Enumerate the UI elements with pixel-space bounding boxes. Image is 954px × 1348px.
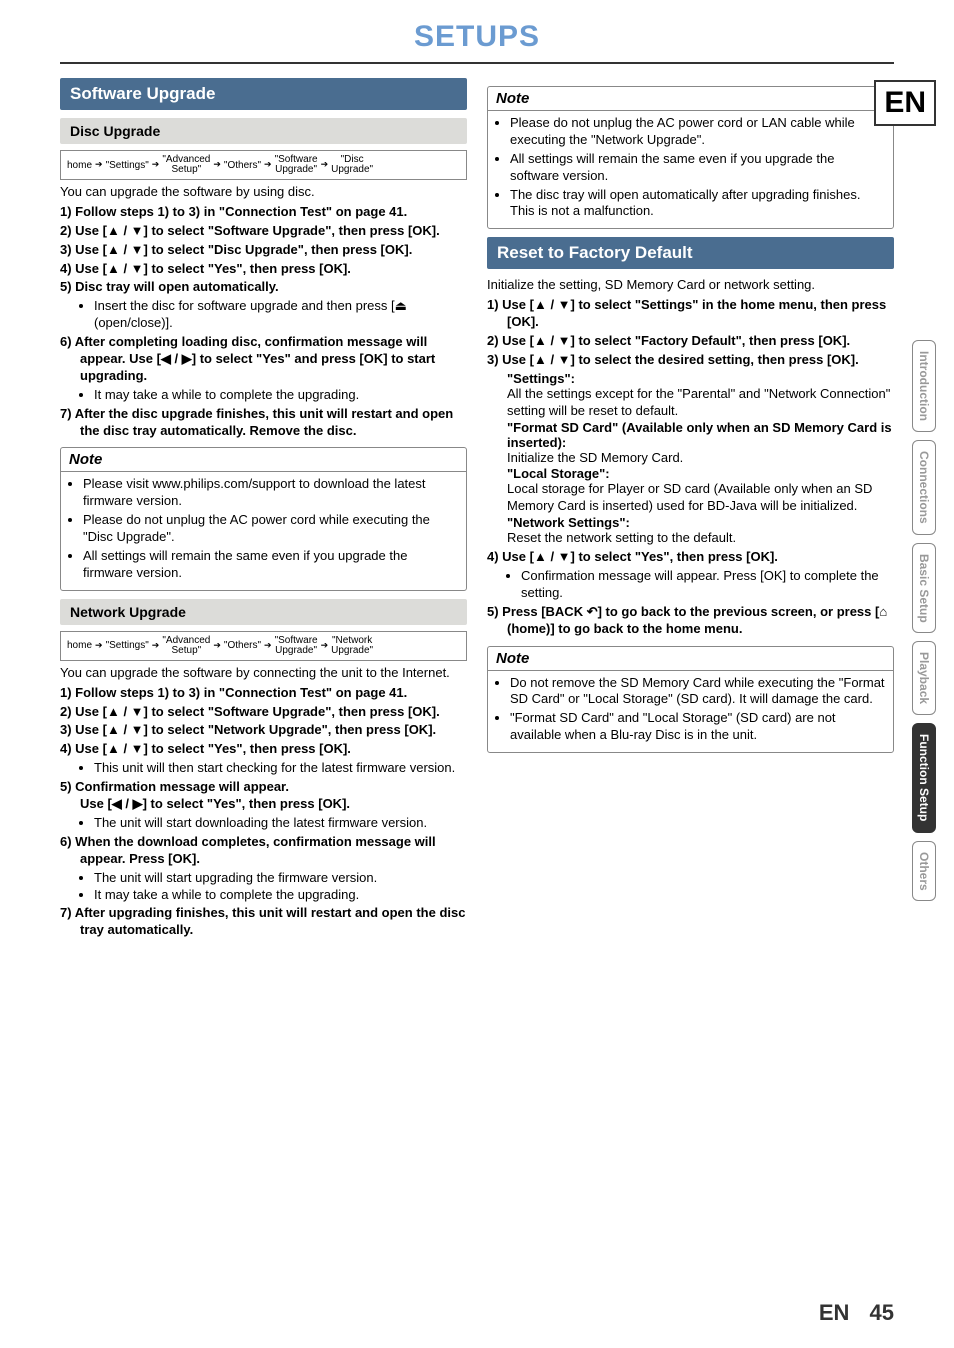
settings-label: "Settings":	[507, 371, 894, 386]
tab-others[interactable]: Others	[912, 841, 936, 902]
tab-function-setup[interactable]: Function Setup	[912, 723, 936, 832]
tab-connections[interactable]: Connections	[912, 440, 936, 535]
footer-lang: EN	[819, 1300, 850, 1325]
arrow-icon: ➔	[212, 160, 222, 170]
arrow-icon: ➔	[320, 160, 330, 170]
reset-intro: Initialize the setting, SD Memory Card o…	[487, 277, 894, 294]
note-item: Do not remove the SD Memory Card while e…	[510, 675, 885, 709]
format-sd-desc: Initialize the SD Memory Card.	[507, 450, 894, 467]
page-title: SETUPS	[60, 20, 894, 54]
step: 4) Use [▲ / ▼] to select "Yes", then pre…	[60, 741, 467, 758]
disc-upgrade-header: Disc Upgrade	[60, 118, 467, 144]
step: 6) When the download completes, confirma…	[60, 834, 467, 868]
crumb-home: home	[67, 160, 92, 171]
local-storage-label: "Local Storage":	[507, 466, 894, 481]
note-title: Note	[488, 87, 893, 111]
right-column: Note Please do not unplug the AC power c…	[487, 78, 894, 941]
crumb-adv2: Setup"	[172, 165, 202, 175]
step: 2) Use [▲ / ▼] to select "Factory Defaul…	[487, 333, 894, 350]
local-storage-desc: Local storage for Player or SD card (Ava…	[507, 481, 894, 515]
substep: Confirmation message will appear. Press …	[521, 568, 894, 602]
crumb: Upgrade"	[275, 646, 317, 656]
note-item: All settings will remain the same even i…	[510, 151, 885, 185]
step: 7) After upgrading finishes, this unit w…	[60, 905, 467, 939]
step: 5) Disc tray will open automatically.	[60, 279, 467, 296]
side-tabs: Introduction Connections Basic Setup Pla…	[912, 340, 936, 901]
substep: It may take a while to complete the upgr…	[94, 887, 467, 904]
arrow-icon: ➔	[151, 641, 161, 651]
disc-note-box: Note Please visit www.philips.com/suppor…	[60, 447, 467, 590]
divider	[60, 62, 894, 64]
tab-basic-setup[interactable]: Basic Setup	[912, 543, 936, 634]
arrow-icon: ➔	[94, 160, 104, 170]
footer-page-number: 45	[870, 1300, 894, 1325]
net-intro: You can upgrade the software by connecti…	[60, 665, 467, 682]
crumb-settings: "Settings"	[106, 640, 149, 651]
step: 3) Use [▲ / ▼] to select "Network Upgrad…	[60, 722, 467, 739]
step: 1) Follow steps 1) to 3) in "Connection …	[60, 204, 467, 221]
crumb-home: home	[67, 640, 92, 651]
tab-playback[interactable]: Playback	[912, 641, 936, 715]
step: 2) Use [▲ / ▼] to select "Software Upgra…	[60, 223, 467, 240]
step: 5) Confirmation message will appear.Use …	[60, 779, 467, 813]
step: 1) Use [▲ / ▼] to select "Settings" in t…	[487, 297, 894, 331]
arrow-icon: ➔	[320, 641, 330, 651]
crumb-settings: "Settings"	[106, 160, 149, 171]
substep: Insert the disc for software upgrade and…	[94, 298, 467, 332]
note-item: The disc tray will open automatically af…	[510, 187, 885, 221]
left-column: Software Upgrade Disc Upgrade home ➔ "Se…	[60, 78, 467, 941]
reset-header: Reset to Factory Default	[487, 237, 894, 269]
step: 2) Use [▲ / ▼] to select "Software Upgra…	[60, 704, 467, 721]
disc-intro: You can upgrade the software by using di…	[60, 184, 467, 201]
format-sd-label: "Format SD Card" (Available only when an…	[507, 420, 894, 450]
note-title: Note	[61, 448, 466, 472]
crumb-others: "Others"	[224, 640, 261, 651]
settings-desc: All the settings except for the "Parenta…	[507, 386, 894, 420]
crumb: Setup"	[172, 646, 202, 656]
net-breadcrumb: home ➔ "Settings" ➔ "AdvancedSetup" ➔ "O…	[60, 631, 467, 661]
note-item: Please do not unplug the AC power cord o…	[510, 115, 885, 149]
crumb: Upgrade"	[331, 646, 373, 656]
note-item: "Format SD Card" and "Local Storage" (SD…	[510, 710, 885, 744]
page-footer: EN 45	[819, 1300, 894, 1326]
crumb-disc2: Upgrade"	[331, 165, 373, 175]
step: 7) After the disc upgrade finishes, this…	[60, 406, 467, 440]
note-item: Please do not unplug the AC power cord w…	[83, 512, 458, 546]
crumb-others: "Others"	[224, 160, 261, 171]
network-settings-desc: Reset the network setting to the default…	[507, 530, 894, 547]
substep: The unit will start upgrading the firmwa…	[94, 870, 467, 887]
substep: It may take a while to complete the upgr…	[94, 387, 467, 404]
step: 4) Use [▲ / ▼] to select "Yes", then pre…	[487, 549, 894, 566]
network-settings-label: "Network Settings":	[507, 515, 894, 530]
network-upgrade-header: Network Upgrade	[60, 599, 467, 625]
substep: The unit will start downloading the late…	[94, 815, 467, 832]
substep: This unit will then start checking for t…	[94, 760, 467, 777]
step: 5) Press [BACK ↶] to go back to the prev…	[487, 604, 894, 638]
note-title: Note	[488, 647, 893, 671]
step: 4) Use [▲ / ▼] to select "Yes", then pre…	[60, 261, 467, 278]
step: 6) After completing loading disc, confir…	[60, 334, 467, 385]
language-badge: EN	[874, 80, 936, 126]
crumb-sw2: Upgrade"	[275, 165, 317, 175]
reset-note-box: Note Do not remove the SD Memory Card wh…	[487, 646, 894, 754]
tab-introduction[interactable]: Introduction	[912, 340, 936, 432]
arrow-icon: ➔	[212, 641, 222, 651]
software-upgrade-header: Software Upgrade	[60, 78, 467, 110]
arrow-icon: ➔	[263, 641, 273, 651]
disc-breadcrumb: home ➔ "Settings" ➔ "AdvancedSetup" ➔ "O…	[60, 150, 467, 180]
step: 1) Follow steps 1) to 3) in "Connection …	[60, 685, 467, 702]
note-item: All settings will remain the same even i…	[83, 548, 458, 582]
note-item: Please visit www.philips.com/support to …	[83, 476, 458, 510]
step: 3) Use [▲ / ▼] to select the desired set…	[487, 352, 894, 369]
arrow-icon: ➔	[151, 160, 161, 170]
step: 3) Use [▲ / ▼] to select "Disc Upgrade",…	[60, 242, 467, 259]
network-note-box: Note Please do not unplug the AC power c…	[487, 86, 894, 229]
arrow-icon: ➔	[263, 160, 273, 170]
arrow-icon: ➔	[94, 641, 104, 651]
